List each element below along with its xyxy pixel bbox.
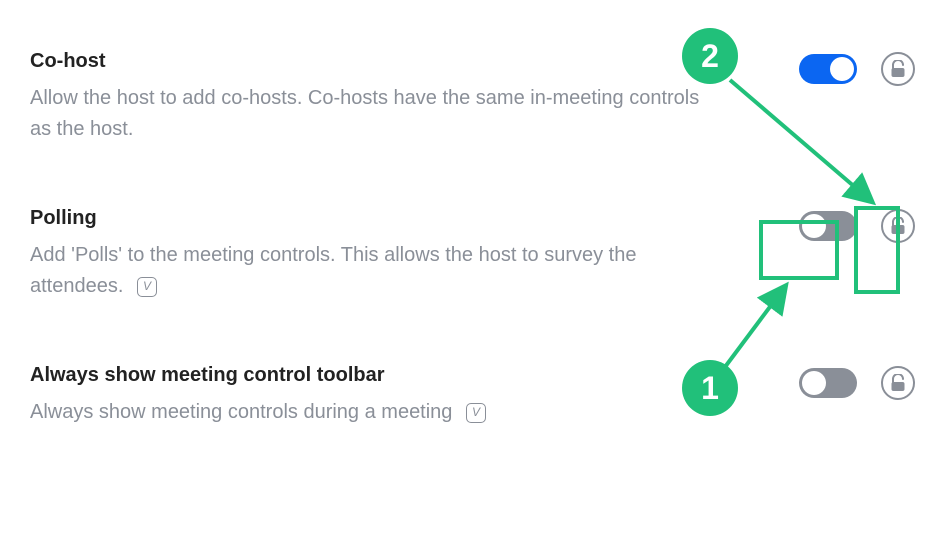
setting-controls-cohost — [730, 50, 915, 86]
toggle-knob — [802, 214, 826, 238]
setting-controls-toolbar — [730, 364, 915, 400]
setting-desc-cohost: Allow the host to add co-hosts. Co-hosts… — [30, 83, 700, 145]
toggle-knob — [802, 371, 826, 395]
setting-text-toolbar: Always show meeting control toolbar Alwa… — [30, 364, 730, 428]
setting-title-cohost: Co-host — [30, 50, 700, 73]
setting-text-polling: Polling Add 'Polls' to the meeting contr… — [30, 207, 730, 302]
lock-button-cohost[interactable] — [881, 52, 915, 86]
setting-desc-text: Always show meeting controls during a me… — [30, 401, 452, 423]
version-badge-icon: V — [137, 277, 157, 297]
toggle-knob — [830, 57, 854, 81]
version-badge-icon: V — [466, 403, 486, 423]
toggle-toolbar[interactable] — [799, 368, 857, 398]
toggle-cohost[interactable] — [799, 54, 857, 84]
settings-page: Co-host Allow the host to add co-hosts. … — [0, 0, 945, 552]
unlock-icon — [890, 60, 906, 78]
setting-desc-text: Add 'Polls' to the meeting controls. Thi… — [30, 244, 636, 297]
setting-row-toolbar: Always show meeting control toolbar Alwa… — [30, 364, 915, 428]
annotation-marker-2: 2 — [682, 28, 738, 84]
setting-controls-polling — [730, 207, 915, 243]
setting-row-cohost: Co-host Allow the host to add co-hosts. … — [30, 50, 915, 145]
setting-desc-toolbar: Always show meeting controls during a me… — [30, 397, 700, 428]
annotation-marker-1: 1 — [682, 360, 738, 416]
unlock-icon — [890, 374, 906, 392]
setting-row-polling: Polling Add 'Polls' to the meeting contr… — [30, 207, 915, 302]
toggle-polling[interactable] — [799, 211, 857, 241]
setting-desc-polling: Add 'Polls' to the meeting controls. Thi… — [30, 240, 700, 302]
setting-title-polling: Polling — [30, 207, 700, 230]
lock-button-toolbar[interactable] — [881, 366, 915, 400]
unlock-icon — [890, 217, 906, 235]
setting-text-cohost: Co-host Allow the host to add co-hosts. … — [30, 50, 730, 145]
setting-title-toolbar: Always show meeting control toolbar — [30, 364, 700, 387]
lock-button-polling[interactable] — [881, 209, 915, 243]
